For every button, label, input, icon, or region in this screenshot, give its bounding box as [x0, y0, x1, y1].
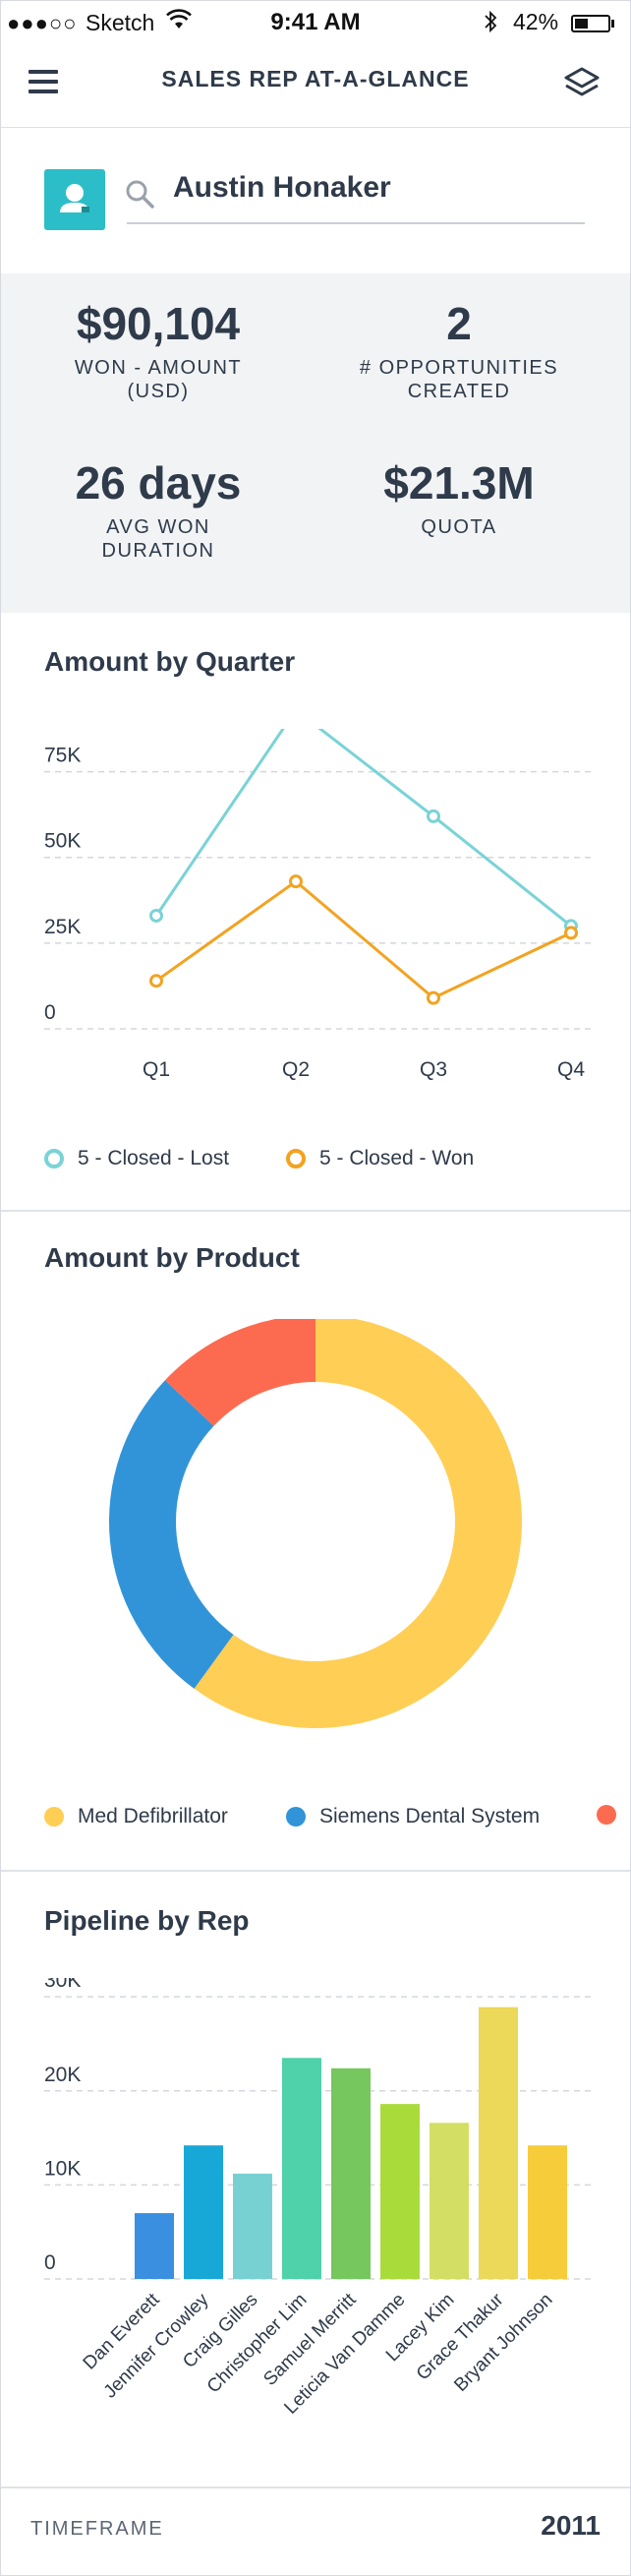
- kpi-label: WON - AMOUNT: [74, 357, 243, 379]
- data-point: [427, 809, 440, 823]
- line-chart-title: Amount by Quarter: [44, 646, 296, 677]
- bar: [135, 2213, 174, 2279]
- status-bar: ●●●○○ Sketch 9:41 AM 42%: [1, 1, 630, 44]
- y-tick-label: 0: [44, 1001, 56, 1024]
- kpi-label: DURATION: [101, 540, 215, 562]
- rep-search-row: Austin Honaker: [1, 128, 630, 273]
- bar: [233, 2173, 272, 2279]
- battery-icon: [571, 15, 610, 32]
- kpi-won-amount: $90,104 WON - AMOUNT (USD): [1, 297, 316, 403]
- donut-chart-title: Amount by Product: [44, 1242, 300, 1273]
- kpi-value: 26 days: [75, 457, 242, 509]
- bar: [282, 2058, 321, 2279]
- y-tick-label: 0: [44, 2251, 56, 2274]
- x-tick-label: Q3: [420, 1058, 447, 1081]
- kpi-value: 2: [446, 298, 472, 349]
- search-input-underline: [127, 222, 585, 224]
- data-point: [149, 908, 163, 923]
- legend-item-third-product[interactable]: [597, 1805, 630, 1825]
- x-tick-label: Q4: [557, 1058, 585, 1081]
- y-tick-label: 25K: [44, 916, 81, 938]
- section-divider: [1, 1870, 630, 1872]
- kpi-label: CREATED: [407, 381, 511, 402]
- battery-percent: 42%: [513, 9, 559, 34]
- legend-marker-icon: [44, 1807, 64, 1827]
- bar: [479, 2007, 518, 2279]
- x-tick-label: Q1: [143, 1058, 170, 1081]
- bluetooth-icon: [483, 9, 498, 40]
- section-divider: [1, 1210, 630, 1212]
- y-tick-label: 30K: [44, 1978, 81, 1992]
- series-line: [155, 879, 572, 1000]
- y-tick-label: 10K: [44, 2157, 81, 2180]
- legend-item-closed-lost[interactable]: 5 - Closed - Lost: [44, 1147, 229, 1170]
- layers-icon[interactable]: [563, 66, 601, 101]
- bar: [380, 2104, 420, 2279]
- legend-item-med-defibrillator[interactable]: Med Defibrillator: [44, 1805, 228, 1828]
- avatar: [44, 169, 105, 230]
- legend-label: Siemens Dental System: [319, 1805, 541, 1827]
- timeframe-value[interactable]: 2011: [541, 2510, 601, 2542]
- legend-item-siemens-dental-system[interactable]: Siemens Dental System: [286, 1805, 540, 1828]
- y-tick-label: 20K: [44, 2064, 81, 2086]
- legend-marker-icon: [286, 1149, 306, 1168]
- bar: [528, 2145, 567, 2279]
- x-tick-label: Q2: [282, 1058, 310, 1081]
- kpi-avg-won-duration: 26 days AVG WON DURATION: [1, 456, 316, 563]
- kpi-label: # OPPORTUNITIES: [359, 357, 559, 379]
- legend-marker-icon: [286, 1807, 306, 1827]
- bar: [184, 2145, 223, 2279]
- app-frame: ●●●○○ Sketch 9:41 AM 42% SALES REP AT-A-…: [0, 0, 631, 2576]
- page-title: SALES REP AT-A-GLANCE: [161, 66, 470, 91]
- kpi-label: AVG WON: [106, 516, 210, 538]
- y-tick-label: 75K: [44, 745, 81, 767]
- legend-label: Med Defibrillator: [78, 1805, 228, 1827]
- legend-marker-icon: [597, 1805, 616, 1825]
- amount-by-quarter-chart: 75K 50K 25K 0 Q1 Q2 Q3 Q4: [44, 729, 595, 1081]
- kpi-opportunities-created: 2 # OPPORTUNITIES CREATED: [302, 297, 616, 403]
- kpi-quota: $21.3M QUOTA: [302, 456, 616, 539]
- kpi-label: (USD): [127, 381, 190, 402]
- bar-chart-title: Pipeline by Rep: [44, 1905, 250, 1936]
- y-tick-label: 50K: [44, 830, 81, 853]
- nav-bar: SALES REP AT-A-GLANCE: [1, 44, 630, 128]
- data-point: [289, 874, 303, 889]
- data-point: [427, 990, 440, 1005]
- search-icon[interactable]: [123, 177, 156, 210]
- kpi-value: $21.3M: [383, 457, 535, 509]
- search-input[interactable]: Austin Honaker: [173, 171, 391, 205]
- kpi-label: QUOTA: [421, 516, 497, 538]
- timeframe-bar[interactable]: TIMEFRAME 2011: [1, 2486, 630, 2575]
- legend-item-closed-won[interactable]: 5 - Closed - Won: [286, 1147, 474, 1170]
- legend-label: 5 - Closed - Lost: [78, 1147, 230, 1169]
- timeframe-label: TIMEFRAME: [30, 2518, 164, 2540]
- series-line: [154, 729, 572, 928]
- bar: [430, 2123, 469, 2279]
- pie-slice: [109, 1380, 234, 1689]
- bar: [331, 2067, 371, 2279]
- data-point: [564, 926, 578, 940]
- kpi-panel: $90,104 WON - AMOUNT (USD) 2 # OPPORTUNIT…: [1, 273, 630, 613]
- data-point: [149, 974, 163, 988]
- pipeline-by-rep-chart: 30K20K10K0Dan EverettJennifer CrowleyCra…: [44, 1978, 595, 2419]
- legend-label: 5 - Closed - Won: [319, 1147, 475, 1169]
- battery-tip: [611, 20, 614, 28]
- legend-marker-icon: [44, 1149, 64, 1168]
- kpi-value: $90,104: [76, 298, 241, 349]
- amount-by-product-chart: [109, 1319, 522, 1728]
